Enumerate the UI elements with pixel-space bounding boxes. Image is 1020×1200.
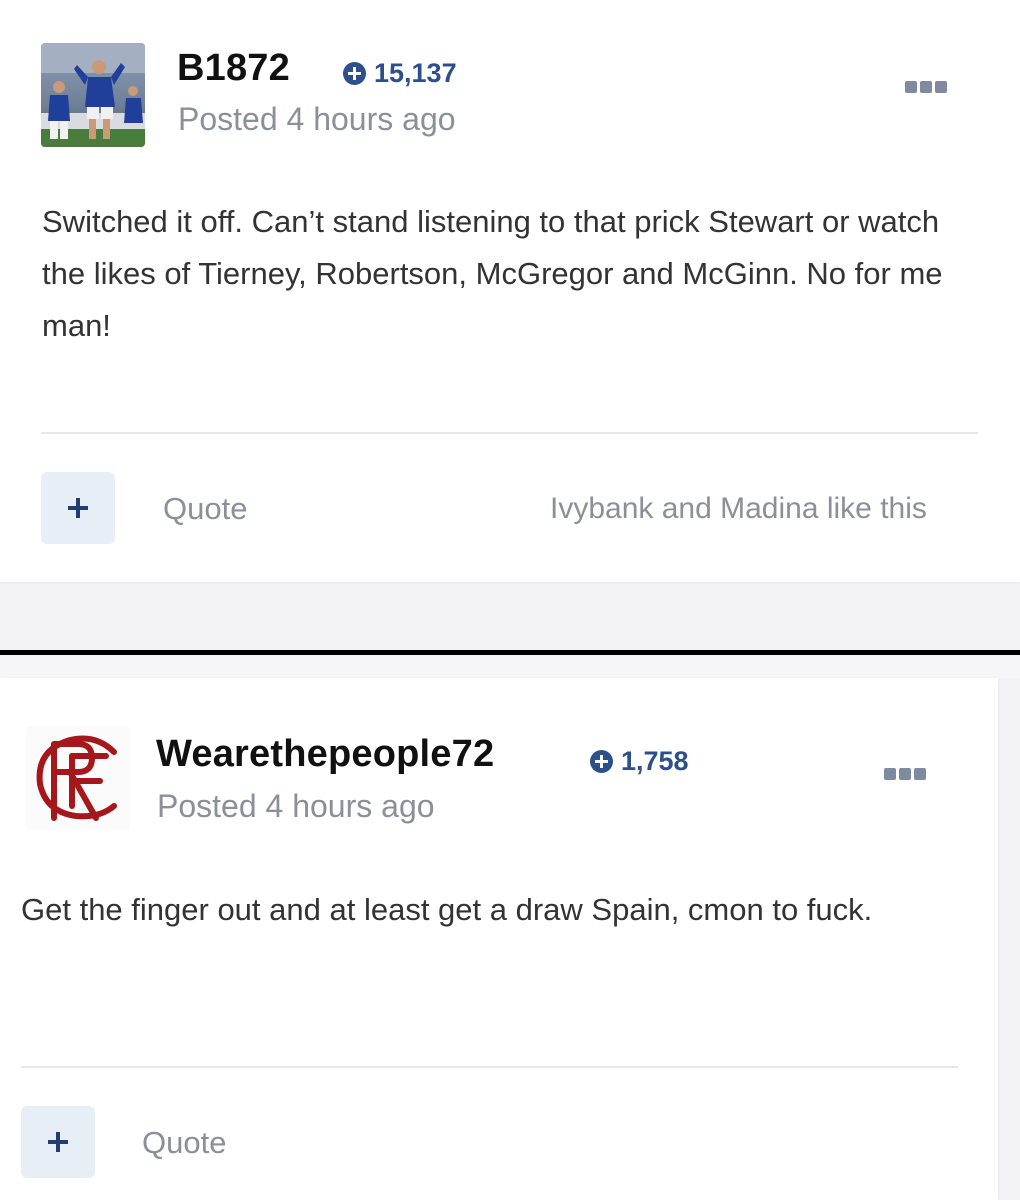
reputation-badge: 15,137 [343,58,457,89]
post-author[interactable]: Wearethepeople72 [156,733,494,776]
post-timestamp: Posted 4 hours ago [157,788,435,824]
reputation-count: 15,137 [374,58,457,88]
post-content: Get the finger out and at least get a dr… [21,892,873,927]
football-player-photo [41,43,145,147]
user-avatar[interactable] [26,726,130,830]
divider [41,432,978,434]
reputation-badge: 1,758 [590,746,689,777]
ellipsis-icon[interactable] [884,768,926,780]
quote-button[interactable]: Quote [142,1125,226,1161]
ellipsis-icon[interactable] [905,81,947,93]
likes-summary[interactable]: Ivybank and Madina like this [550,492,927,526]
plus-circle-icon [343,62,366,85]
forum-post: B1872 15,137 Posted 4 hours ago Switched… [0,0,1020,582]
post-content: Switched it off. Can’t stand listening t… [42,204,943,343]
post-timestamp: Posted 4 hours ago [178,101,456,137]
forum-post: Wearethepeople72 1,758 Posted 4 hours ag… [0,678,998,1200]
post-author[interactable]: B1872 [177,47,290,90]
club-crest [26,726,130,830]
add-reaction-button[interactable] [41,472,115,544]
user-avatar[interactable] [41,43,145,147]
reputation-count: 1,758 [621,746,689,776]
add-reaction-button[interactable] [21,1106,95,1178]
quote-button[interactable]: Quote [163,491,247,527]
post-gap [0,655,1020,678]
divider [21,1066,958,1068]
plus-circle-icon [590,750,613,773]
